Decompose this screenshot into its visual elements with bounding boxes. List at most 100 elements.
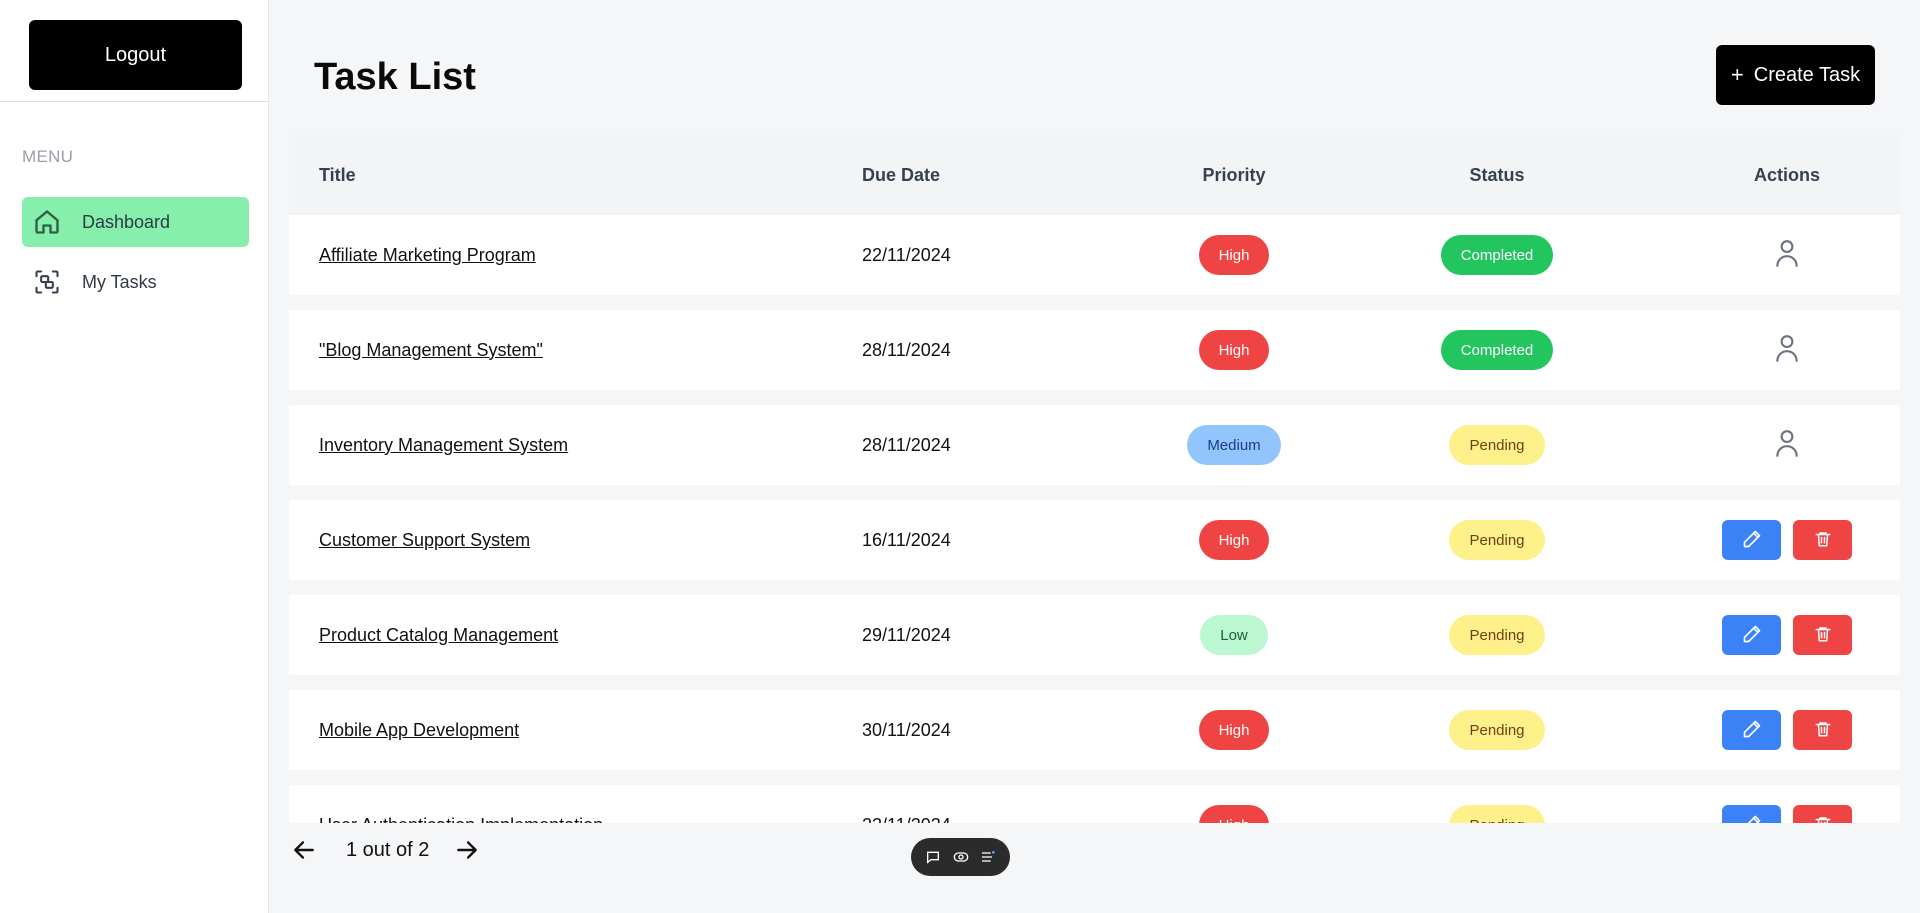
table-row: Affiliate Marketing Program 22/11/2024 Hig…	[289, 215, 1900, 295]
cell-due-date: 29/11/2024	[862, 624, 951, 645]
cell-priority: High	[1159, 785, 1309, 823]
delete-button[interactable]	[1793, 615, 1852, 655]
cell-status: Completed	[1422, 310, 1572, 390]
pagination: 1 out of 2	[288, 830, 483, 870]
page-indicator: 1 out of 2	[346, 838, 430, 861]
column-header-status: Status	[1469, 164, 1525, 185]
table-row: Mobile App Development 30/11/2024 High Pend…	[289, 690, 1900, 770]
edit-button[interactable]	[1722, 710, 1781, 750]
cell-actions	[1712, 595, 1862, 675]
edit-button[interactable]	[1722, 805, 1781, 823]
task-table: Title Due Date Priority Status Actions A…	[289, 135, 1900, 823]
task-title-link[interactable]: User Authentication Implementation	[319, 815, 603, 824]
home-icon	[32, 207, 62, 237]
pencil-icon	[1742, 719, 1762, 742]
cell-title: Affiliate Marketing Program	[319, 215, 536, 295]
task-title-link[interactable]: Affiliate Marketing Program	[319, 245, 536, 266]
priority-badge: Medium	[1187, 425, 1281, 465]
table-row: "Blog Management System" 28/11/2024 High Co…	[289, 310, 1900, 390]
eye-toggle-icon[interactable]	[950, 846, 972, 868]
cell-actions	[1712, 310, 1862, 390]
delete-button[interactable]	[1793, 710, 1852, 750]
cell-actions	[1712, 690, 1862, 770]
trash-icon	[1814, 624, 1832, 647]
sidebar-item-dashboard[interactable]: Dashboard	[22, 197, 249, 247]
cell-priority: High	[1159, 215, 1309, 295]
status-badge: Pending	[1449, 710, 1545, 750]
task-title-link[interactable]: Customer Support System	[319, 530, 530, 551]
pencil-icon	[1742, 624, 1762, 647]
comment-icon[interactable]	[922, 846, 944, 868]
cell-due-date: 22/11/2024	[862, 785, 951, 824]
column-header-priority: Priority	[1202, 164, 1266, 185]
sidebar-item-my-tasks[interactable]: My Tasks	[22, 257, 249, 307]
page-title: Task List	[314, 56, 476, 98]
column-header-due-date: Due Date	[862, 164, 941, 185]
cell-due-date: 30/11/2024	[862, 719, 951, 740]
cell-status: Pending	[1422, 595, 1572, 675]
task-title-link[interactable]: Mobile App Development	[319, 720, 519, 741]
task-title-link[interactable]: Inventory Management System	[319, 435, 568, 456]
column-header-actions: Actions	[1753, 164, 1820, 185]
floating-toolbar	[911, 838, 1010, 876]
cell-due-date: 28/11/2024	[862, 434, 951, 455]
column-header-title: Title	[319, 164, 356, 185]
delete-button[interactable]	[1793, 805, 1852, 823]
status-badge: Pending	[1449, 805, 1545, 823]
user-icon	[1774, 428, 1800, 463]
cell-due-date: 22/11/2024	[862, 244, 951, 265]
cell-priority: Medium	[1159, 405, 1309, 485]
edit-button[interactable]	[1722, 615, 1781, 655]
edit-button[interactable]	[1722, 520, 1781, 560]
priority-badge: High	[1198, 710, 1270, 750]
cell-title: Product Catalog Management	[319, 595, 558, 675]
status-badge: Pending	[1449, 425, 1545, 465]
priority-badge: High	[1198, 520, 1270, 560]
cell-priority: Low	[1159, 595, 1309, 675]
menu-label: MENU	[22, 147, 74, 166]
table-row: User Authentication Implementation 22/11/…	[289, 785, 1900, 823]
plus-icon: +	[1730, 62, 1744, 87]
trash-icon	[1814, 814, 1832, 823]
cell-actions	[1712, 785, 1862, 823]
priority-badge: High	[1198, 805, 1270, 823]
sidebar-item-label: My Tasks	[82, 271, 157, 292]
cell-title: User Authentication Implementation	[319, 785, 603, 824]
sidebar-item-label: Dashboard	[82, 211, 171, 232]
status-badge: Completed	[1440, 235, 1554, 275]
arrow-left-icon[interactable]	[288, 830, 320, 870]
status-badge: Completed	[1440, 330, 1554, 370]
cell-status: Pending	[1422, 500, 1572, 580]
status-badge: Pending	[1449, 615, 1545, 655]
cell-actions	[1712, 500, 1862, 580]
priority-badge: High	[1198, 330, 1270, 370]
create-task-button[interactable]: + Create Task	[1716, 45, 1875, 105]
priority-badge: Low	[1200, 615, 1268, 655]
cell-title: Inventory Management System	[319, 405, 568, 485]
cell-status: Pending	[1422, 785, 1572, 823]
task-title-link[interactable]: "Blog Management System"	[319, 340, 543, 361]
create-task-label: Create Task	[1753, 63, 1861, 86]
user-icon	[1774, 333, 1800, 368]
cell-due-date: 16/11/2024	[862, 529, 951, 550]
cell-actions	[1712, 405, 1862, 485]
table-row: Inventory Management System 28/11/2024 Med…	[289, 405, 1900, 485]
cell-status: Pending	[1422, 690, 1572, 770]
tasks-scan-icon	[32, 267, 62, 297]
status-badge: Pending	[1449, 520, 1545, 560]
cell-title: Mobile App Development	[319, 690, 519, 770]
delete-button[interactable]	[1793, 520, 1852, 560]
cell-due-date: 28/11/2024	[862, 339, 951, 360]
list-icon[interactable]	[977, 846, 999, 868]
table-row: Product Catalog Management 29/11/2024 Low P…	[289, 595, 1900, 675]
pencil-icon	[1742, 529, 1762, 552]
logout-button[interactable]: Logout	[29, 20, 242, 90]
sidebar-divider	[0, 101, 268, 102]
task-title-link[interactable]: Product Catalog Management	[319, 625, 558, 646]
pencil-icon	[1742, 814, 1762, 823]
priority-badge: High	[1198, 235, 1270, 275]
table-header: Title Due Date Priority Status Actions	[289, 135, 1900, 215]
cell-actions	[1712, 215, 1862, 295]
arrow-right-icon[interactable]	[451, 830, 483, 870]
cell-title: Customer Support System	[319, 500, 530, 580]
